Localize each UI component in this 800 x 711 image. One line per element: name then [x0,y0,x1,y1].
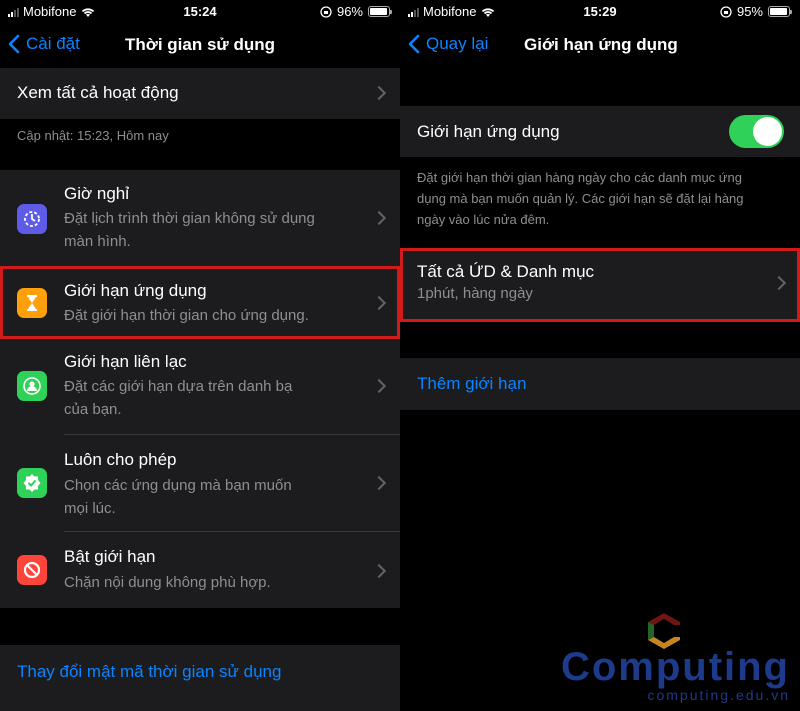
list-item-downtime[interactable]: Giờ nghỉ Đặt lịch trình thời gian không … [0,170,400,266]
checkmark-badge-icon [17,468,47,498]
list-item-subtitle: màn hình. [64,233,131,250]
battery-icon [368,6,392,17]
change-passcode-link[interactable]: Thay đổi mật mã thời gian sử dụng [17,662,281,682]
back-button[interactable]: Quay lại [408,34,488,54]
chevron-right-icon [371,475,387,491]
toggle-label: Giới hạn ứng dụng [417,122,560,141]
app-limits-toggle-row: Giới hạn ứng dụng [400,106,800,157]
orientation-lock-icon [320,5,332,18]
see-all-activity-row[interactable]: Xem tất cả hoạt động [0,68,400,119]
list-item-subtitle: Đặt lịch trình thời gian không sử dụng [64,210,315,227]
status-bar: Mobifone 15:24 96% [0,0,400,24]
watermark-url: computing.edu.vn [647,687,790,703]
downtime-icon [17,204,47,234]
list-item-subtitle: Chặn nội dung không phù hợp. [64,574,271,591]
list-item-communication-limits[interactable]: Giới hạn liên lạc Đặt các giới hạn dựa t… [0,338,400,434]
chevron-right-icon [371,210,387,226]
status-bar: Mobifone 15:29 95% [400,0,800,24]
battery-percent: 96% [336,4,363,19]
chevron-right-icon [371,378,387,394]
chevron-right-icon [371,563,387,579]
list-item-subtitle: Chọn các ứng dụng mà bạn muốn [64,477,292,494]
list-item-always-allowed[interactable]: Luôn cho phép Chọn các ứng dụng mà bạn m… [0,435,400,531]
screen-time-panel: Mobifone 15:24 96% Cài đặt Thời gian sử … [0,0,400,711]
list-item-content-restrictions[interactable]: Bật giới hạn Chặn nội dung không phù hợp… [0,532,400,608]
app-limits-panel: Mobifone 15:29 95% Quay lại Giới hạn ứng… [400,0,800,711]
toggle-knob [753,117,782,146]
chevron-right-icon [371,295,387,311]
battery-icon [768,6,792,17]
limit-item-title: Tất cả ỨD & Danh mục [417,262,595,281]
updated-caption: Cập nhật: 15:23, Hôm nay [17,128,169,143]
chevron-right-icon [371,85,387,101]
list-item-title: Giới hạn ứng dụng [64,281,207,300]
description-line: dụng mà bạn muốn quản lý. Các giới hạn s… [417,191,744,206]
list-item-title: Giới hạn liên lạc [64,352,187,371]
add-limit-row[interactable]: Thêm giới hạn [400,358,800,410]
orientation-lock-icon [720,5,732,18]
navigation-bar: Cài đặt Thời gian sử dụng [0,24,400,68]
back-label: Quay lại [426,34,489,53]
chevron-right-icon [771,275,787,291]
list-item-title: Luôn cho phép [64,450,177,469]
navigation-bar: Quay lại Giới hạn ứng dụng [400,24,800,68]
list-item-subtitle: mọi lúc. [64,500,116,517]
watermark-name: Computing [560,645,790,689]
contact-icon [17,371,47,401]
add-limit-link[interactable]: Thêm giới hạn [417,374,526,394]
app-limits-toggle[interactable] [729,115,784,148]
hourglass-icon [17,288,47,318]
description: Đặt giới hạn thời gian hàng ngày cho các… [417,167,744,230]
list-item-title: Bật giới hạn [64,547,156,566]
list-item-subtitle: Đặt giới hạn thời gian cho ứng dụng. [64,307,309,324]
description-line: Đặt giới hạn thời gian hàng ngày cho các… [417,170,742,185]
list-item-subtitle: Đặt các giới hạn dựa trên danh bạ [64,378,293,395]
see-all-activity-label: Xem tất cả hoạt động [17,83,179,102]
page-title: Thời gian sử dụng [125,35,275,54]
watermark: Computing computing.edu.vn [561,647,790,703]
list-item-subtitle: của bạn. [64,401,122,418]
limit-item-all-apps[interactable]: Tất cả ỨD & Danh mục 1phút, hàng ngày [400,250,800,320]
restriction-icon [17,555,47,585]
list-item-app-limits[interactable]: Giới hạn ứng dụng Đặt giới hạn thời gian… [0,267,400,337]
screen-time-settings-list: Giờ nghỉ Đặt lịch trình thời gian không … [0,170,400,608]
change-passcode-row[interactable]: Thay đổi mật mã thời gian sử dụng [0,645,400,711]
description-line: ngày vào lúc nửa đêm. [417,212,550,227]
page-title: Giới hạn ứng dụng [524,35,678,54]
chevron-left-icon [408,34,420,54]
list-item-title: Giờ nghỉ [64,184,130,203]
battery-percent: 95% [736,4,763,19]
limit-item-subtitle: 1phút, hàng ngày [417,285,533,302]
